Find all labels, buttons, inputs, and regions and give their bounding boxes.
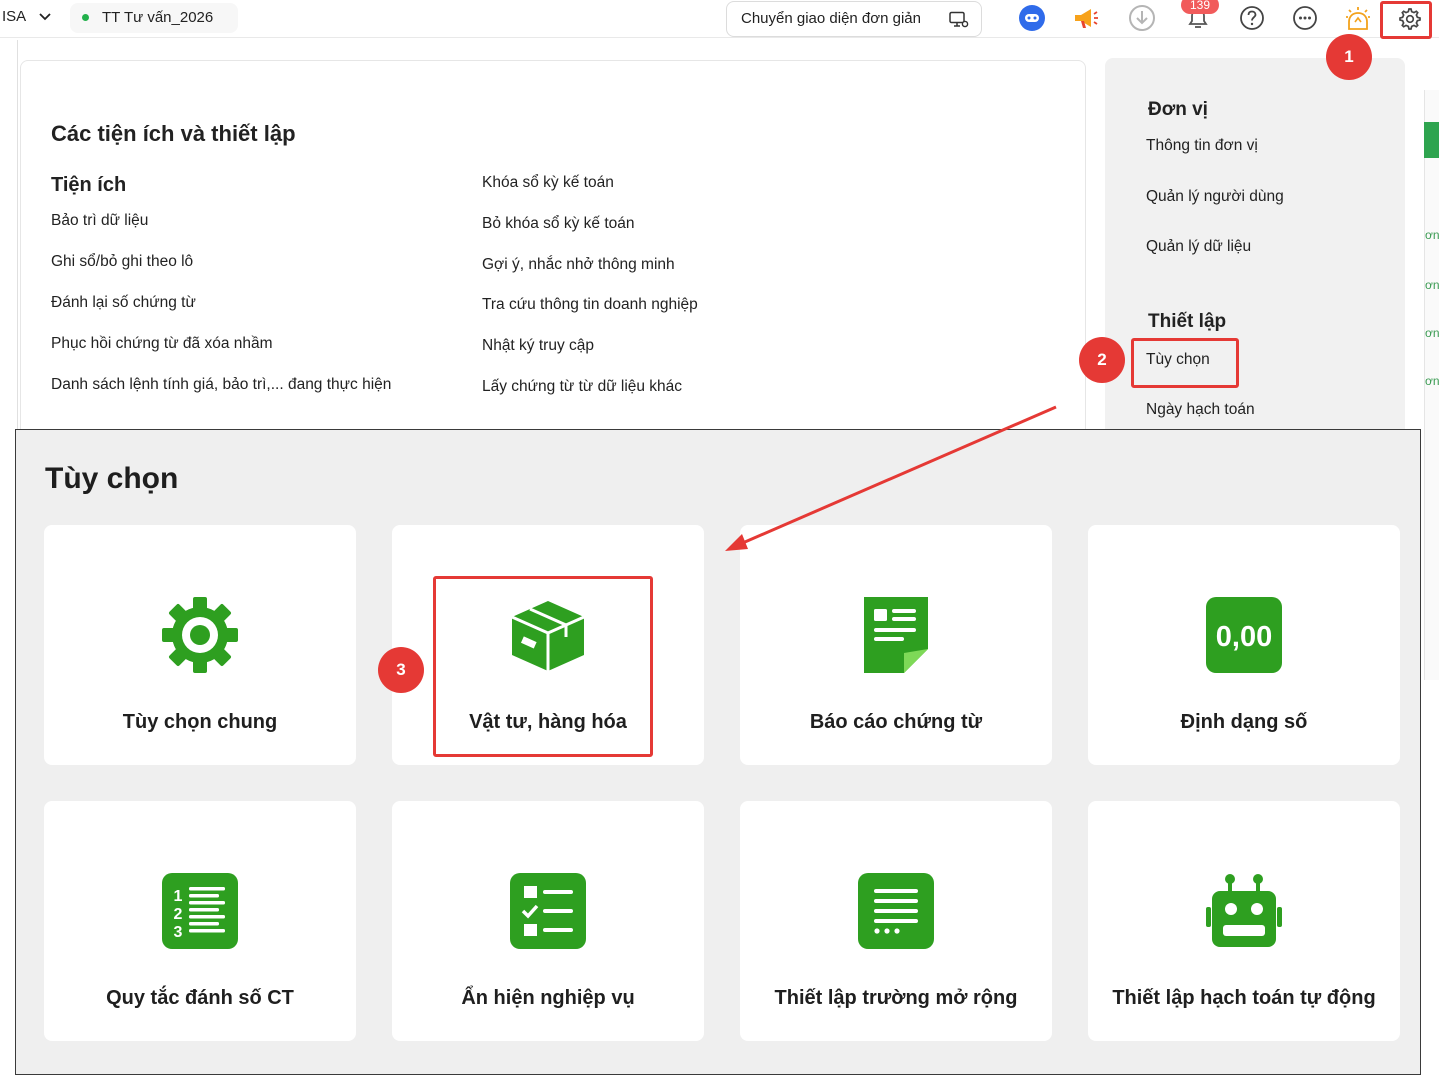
settings-highlight-box xyxy=(1380,1,1432,39)
side-link-user-management[interactable]: Quản lý người dùng xyxy=(1146,188,1284,206)
right-edge-fragment: ơn xyxy=(1425,278,1439,292)
option-card-label: Định dạng số xyxy=(1180,711,1308,733)
download-icon[interactable] xyxy=(1128,4,1156,32)
option-card-show-hide-operations[interactable]: Ẩn hiện nghiệp vụ xyxy=(392,801,704,1041)
setup-heading: Thiết lập xyxy=(1148,311,1227,332)
side-link-data-management[interactable]: Quản lý dữ liệu xyxy=(1146,238,1251,256)
right-edge-fragment: ơn xyxy=(1425,326,1439,340)
utility-link[interactable]: Đánh lại số chứng từ xyxy=(51,294,196,312)
option-card-label: Ẩn hiện nghiệp vụ xyxy=(461,987,635,1009)
step-badge-1: 1 xyxy=(1326,34,1372,80)
unit-heading: Đơn vị xyxy=(1148,99,1208,120)
option-card-auto-accounting[interactable]: Thiết lập hạch toán tự động xyxy=(1088,801,1400,1041)
option-card-label: Thiết lập hạch toán tự động xyxy=(1112,987,1376,1009)
assistant-avatar-icon[interactable] xyxy=(1018,4,1046,32)
chevron-down-icon[interactable] xyxy=(38,9,52,23)
option-card-label: Thiết lập trường mở rộng xyxy=(774,987,1018,1009)
help-icon[interactable] xyxy=(1238,4,1266,32)
option-card-numbering-rules[interactable]: 1 2 3 Quy tắc đánh số CT xyxy=(44,801,356,1041)
utility-link[interactable]: Nhật ký truy cập xyxy=(482,337,594,355)
options-title: Tùy chọn xyxy=(45,462,179,495)
gear-icon xyxy=(162,597,238,673)
switch-simple-ui-button[interactable]: Chuyển giao diện đơn giản xyxy=(726,1,982,37)
utility-link[interactable]: Bảo trì dữ liệu xyxy=(51,212,148,230)
database-selector[interactable]: TT Tư vấn_2026 xyxy=(70,3,238,33)
utilities-title: Các tiện ích và thiết lập xyxy=(51,121,296,146)
option-card-label: Quy tắc đánh số CT xyxy=(106,987,294,1009)
right-edge-tag xyxy=(1424,122,1439,158)
number-format-icon: 0,00 xyxy=(1206,597,1282,673)
step-badge-2: 2 xyxy=(1079,337,1125,383)
status-dot xyxy=(82,14,89,21)
document-icon xyxy=(864,597,928,673)
monitor-settings-icon xyxy=(949,11,969,28)
database-name: TT Tư vấn_2026 xyxy=(102,9,214,26)
top-bar: ISA TT Tư vấn_2026 Chuyển giao diện đơn … xyxy=(0,0,1439,38)
checklist-icon xyxy=(510,873,586,949)
utility-link[interactable]: Khóa sổ kỳ kế toán xyxy=(482,174,614,192)
options-link-highlight-box xyxy=(1131,338,1239,388)
side-link-posting-date[interactable]: Ngày hạch toán xyxy=(1146,401,1255,419)
svg-text:2: 2 xyxy=(174,906,183,923)
lightbulb-icon[interactable] xyxy=(1344,4,1372,32)
utility-link[interactable]: Danh sách lệnh tính giá, bảo trì,... đan… xyxy=(51,376,391,394)
svg-text:3: 3 xyxy=(174,924,183,941)
switch-simple-ui-label: Chuyển giao diện đơn giản xyxy=(741,10,921,27)
option-card-label: Báo cáo chứng từ xyxy=(809,711,983,733)
option-card-number-format[interactable]: 0,00 Định dạng số xyxy=(1088,525,1400,765)
utility-link[interactable]: Tra cứu thông tin doanh nghiệp xyxy=(482,296,698,314)
option-card-extended-fields[interactable]: Thiết lập trường mở rộng xyxy=(740,801,1052,1041)
step-badge-3: 3 xyxy=(378,647,424,693)
option-card-label: Tùy chọn chung xyxy=(122,711,278,733)
more-icon[interactable] xyxy=(1291,4,1319,32)
utilities-subtitle: Tiện ích xyxy=(51,174,127,196)
option-card-general[interactable]: Tùy chọn chung xyxy=(44,525,356,765)
svg-text:0,00: 0,00 xyxy=(1216,621,1272,653)
numbered-list-icon: 1 2 3 xyxy=(162,873,238,949)
brand-name[interactable]: ISA xyxy=(2,8,26,25)
side-link-unit-info[interactable]: Thông tin đơn vị xyxy=(1146,137,1258,155)
robot-icon xyxy=(1206,874,1282,947)
option-card-document-report[interactable]: Báo cáo chứng từ xyxy=(740,525,1052,765)
utility-link[interactable]: Lấy chứng từ từ dữ liệu khác xyxy=(482,378,682,396)
utility-link[interactable]: Ghi sổ/bỏ ghi theo lô xyxy=(51,253,193,271)
right-edge-fragment: ơn xyxy=(1425,374,1439,388)
materials-card-highlight-box xyxy=(433,576,653,757)
utility-link[interactable]: Bỏ khóa sổ kỳ kế toán xyxy=(482,215,635,233)
utility-link[interactable]: Phục hồi chứng từ đã xóa nhầm xyxy=(51,335,273,353)
svg-text:1: 1 xyxy=(174,888,183,905)
right-edge-fragment: ơn xyxy=(1425,228,1439,242)
megaphone-icon[interactable] xyxy=(1071,4,1099,32)
utility-link[interactable]: Gợi ý, nhắc nhở thông minh xyxy=(482,256,675,274)
text-lines-icon xyxy=(858,873,934,949)
notification-count-badge: 139 xyxy=(1181,0,1219,14)
